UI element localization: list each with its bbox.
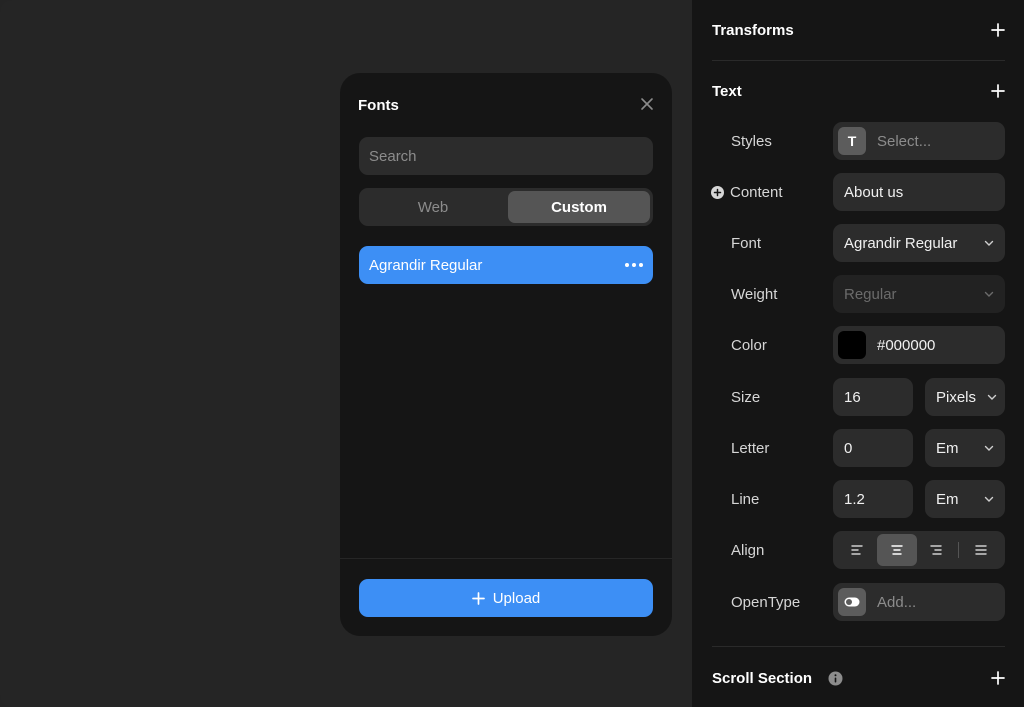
add-circle-icon[interactable] — [711, 185, 724, 199]
align-right-button[interactable] — [917, 534, 957, 566]
tab-web[interactable]: Web — [362, 191, 504, 223]
align-justify-button[interactable] — [961, 534, 1001, 566]
font-source-tabs: Web Custom — [359, 188, 653, 226]
upload-label: Upload — [492, 589, 541, 607]
modal-title: Fonts — [358, 97, 399, 114]
size-unit-select[interactable]: Pixels — [925, 378, 1005, 416]
section-divider — [712, 60, 1005, 61]
content-label: Content — [730, 183, 783, 201]
upload-button[interactable]: Upload — [359, 579, 653, 617]
chevron-down-icon — [984, 445, 994, 451]
line-unit: Em — [936, 490, 959, 508]
plus-icon — [471, 591, 485, 605]
properties-panel: Transforms Text Styles T Select... Conte… — [692, 0, 1024, 707]
weight-value: Regular — [844, 285, 897, 303]
size-input[interactable]: 16 — [833, 378, 913, 416]
chevron-down-icon — [987, 394, 997, 400]
opentype-placeholder: Add... — [877, 593, 917, 611]
chevron-down-icon — [984, 496, 994, 502]
toggle-icon — [838, 588, 866, 616]
weight-label: Weight — [731, 285, 778, 303]
fonts-modal: Fonts Web Custom Agrandir Regular Upload — [340, 73, 672, 636]
align-separator — [958, 542, 960, 558]
size-unit: Pixels — [936, 388, 977, 406]
align-justify-icon — [975, 545, 987, 555]
line-unit-select[interactable]: Em — [925, 480, 1005, 518]
modal-divider — [340, 558, 672, 559]
info-icon[interactable] — [828, 671, 843, 686]
opentype-select[interactable]: Add... — [833, 583, 1005, 621]
section-title: Transforms — [712, 21, 794, 39]
color-swatch[interactable] — [838, 331, 866, 359]
section-divider — [712, 646, 1005, 647]
styles-placeholder: Select... — [877, 132, 932, 150]
color-value: #000000 — [877, 336, 936, 354]
font-list-item[interactable]: Agrandir Regular — [359, 246, 653, 284]
line-label: Line — [731, 490, 760, 508]
styles-select[interactable]: T Select... — [833, 122, 1005, 160]
align-label: Align — [731, 541, 765, 559]
section-text: Text — [712, 81, 1005, 101]
text-style-icon: T — [838, 127, 866, 155]
content-value: About us — [844, 183, 904, 201]
letter-unit: Em — [936, 439, 959, 457]
weight-select[interactable]: Regular — [833, 275, 1005, 313]
font-item-label: Agrandir Regular — [369, 256, 483, 274]
color-label: Color — [731, 336, 767, 354]
size-label: Size — [731, 388, 761, 406]
align-center-icon — [890, 545, 903, 555]
color-input[interactable]: #000000 — [833, 326, 1005, 364]
letter-unit-select[interactable]: Em — [925, 429, 1005, 467]
section-scroll: Scroll Section — [712, 668, 1005, 688]
align-right-icon — [930, 545, 943, 555]
add-text-icon[interactable] — [991, 84, 1005, 98]
line-input[interactable]: 1.2 — [833, 480, 913, 518]
align-left-icon — [851, 545, 863, 555]
styles-label: Styles — [731, 132, 772, 150]
chevron-down-icon — [984, 291, 994, 297]
align-center-button[interactable] — [876, 534, 917, 566]
font-value: Agrandir Regular — [844, 234, 958, 252]
letter-input[interactable]: 0 — [833, 429, 913, 467]
size-value: 16 — [844, 388, 861, 406]
opentype-label: OpenType — [731, 593, 801, 611]
font-select[interactable]: Agrandir Regular — [833, 224, 1005, 262]
content-row-label: Content — [711, 173, 783, 211]
content-input[interactable]: About us — [833, 173, 1005, 211]
close-icon[interactable] — [640, 97, 654, 111]
letter-label: Letter — [731, 439, 770, 457]
chevron-down-icon — [984, 240, 994, 246]
font-search-input[interactable] — [359, 137, 653, 175]
add-scroll-icon[interactable] — [991, 671, 1005, 685]
letter-value: 0 — [844, 439, 853, 457]
tab-custom[interactable]: Custom — [508, 191, 650, 223]
section-title: Text — [712, 82, 742, 100]
section-transforms: Transforms — [712, 20, 1005, 40]
section-title: Scroll Section — [712, 669, 813, 687]
more-options-icon[interactable] — [625, 263, 643, 267]
font-label: Font — [731, 234, 762, 252]
line-value: 1.2 — [844, 490, 865, 508]
add-transform-icon[interactable] — [991, 23, 1005, 37]
align-left-button[interactable] — [837, 534, 877, 566]
align-group — [833, 531, 1005, 569]
